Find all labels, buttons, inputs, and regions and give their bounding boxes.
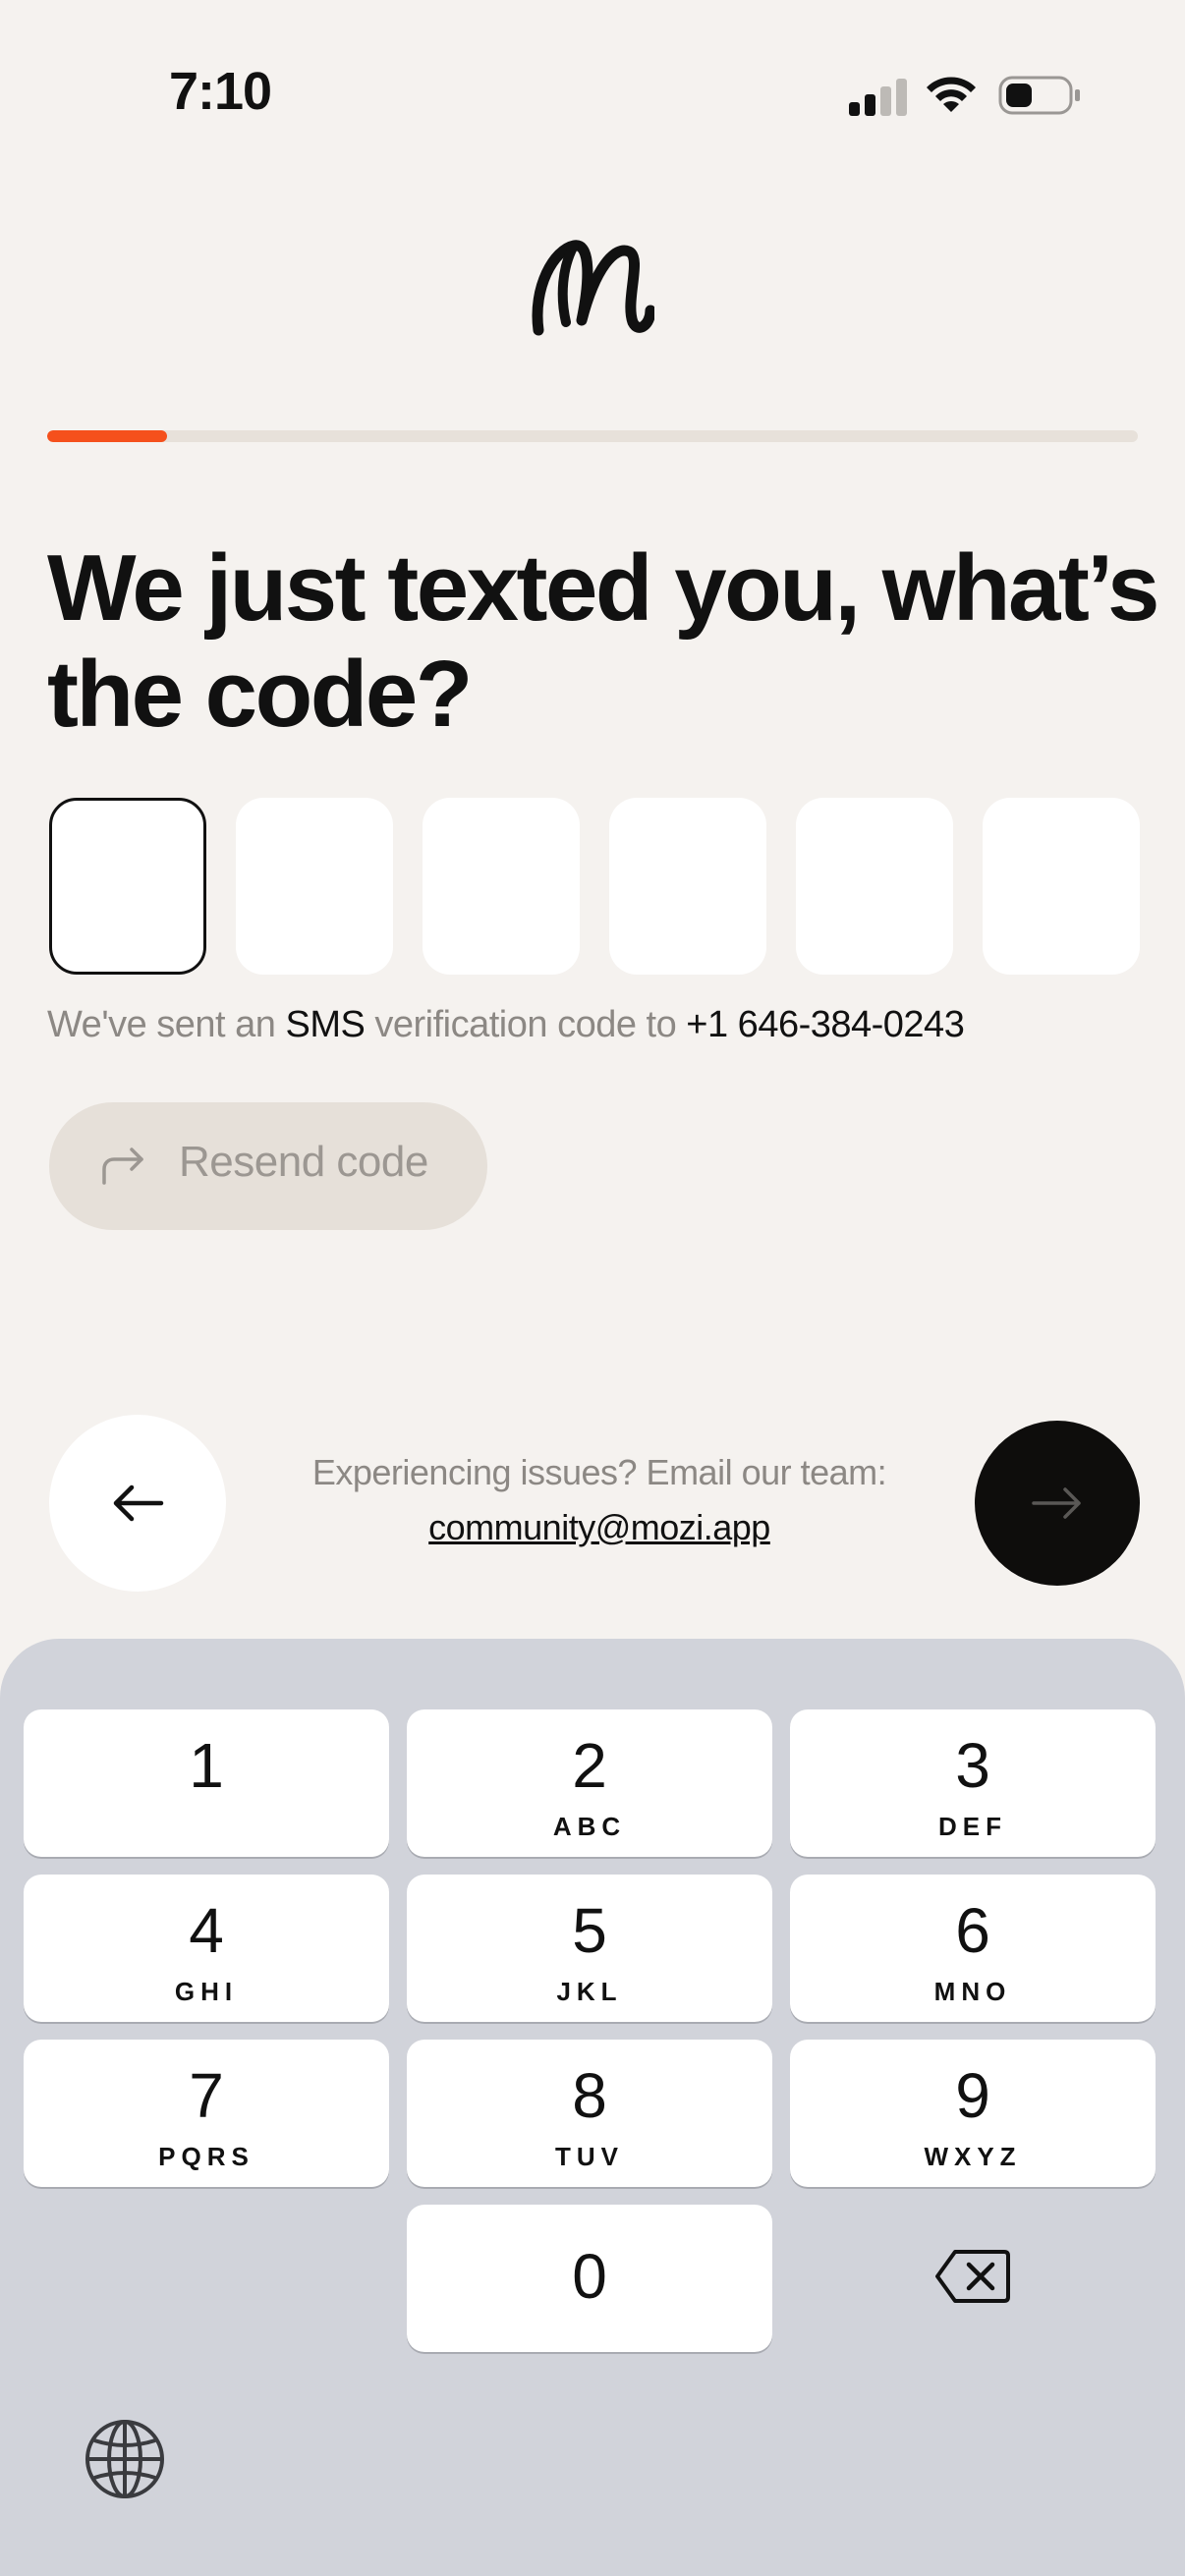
sent-message-channel: SMS <box>285 1004 366 1045</box>
battery-icon <box>998 76 1080 115</box>
sent-message-phone: +1 646-384-0243 <box>686 1004 965 1045</box>
key-3[interactable]: 3 DEF <box>790 1709 1156 1857</box>
key-letters: PQRS <box>158 2142 254 2171</box>
key-letters: MNO <box>933 1977 1012 2006</box>
help-text: Experiencing issues? Email our team: <box>311 1452 887 1492</box>
share-arrow-icon <box>102 1148 143 1185</box>
status-time: 7:10 <box>169 62 272 121</box>
key-letters: GHI <box>174 1977 239 2006</box>
key-1[interactable]: 1 <box>24 1709 389 1857</box>
arrow-left-icon <box>113 1484 164 1522</box>
key-4[interactable]: 4 GHI <box>24 1875 389 2022</box>
key-digit: 4 <box>189 1895 224 1966</box>
key-9[interactable]: 9 WXYZ <box>790 2040 1156 2187</box>
mozi-logo-icon <box>532 240 654 336</box>
key-digit: 9 <box>955 2060 990 2131</box>
resend-code-button[interactable]: Resend code <box>49 1102 487 1230</box>
support-email-link[interactable]: community@mozi.app <box>255 1507 943 1548</box>
code-digit-input-6[interactable] <box>983 798 1140 975</box>
cellular-signal-icon <box>849 79 908 116</box>
key-digit: 1 <box>189 1730 224 1801</box>
key-digit: 0 <box>572 2241 607 2312</box>
wifi-icon <box>927 77 976 112</box>
key-7[interactable]: 7 PQRS <box>24 2040 389 2187</box>
code-digit-input-5[interactable] <box>796 798 953 975</box>
sent-message-middle: verification code to <box>365 1004 687 1045</box>
key-letters: WXYZ <box>924 2142 1022 2171</box>
key-digit: 3 <box>955 1730 990 1801</box>
key-0[interactable]: 0 <box>407 2205 772 2352</box>
code-digit-input-4[interactable] <box>609 798 766 975</box>
key-letters: DEF <box>938 1812 1007 1841</box>
key-digit: 5 <box>572 1895 607 1966</box>
verification-code-inputs <box>49 798 1140 975</box>
key-digit: 2 <box>572 1730 607 1801</box>
sms-sent-message: We've sent an SMS verification code to +… <box>47 1004 1148 1046</box>
next-button[interactable] <box>975 1421 1140 1586</box>
globe-icon[interactable] <box>85 2419 165 2499</box>
key-digit: 8 <box>572 2060 607 2131</box>
code-digit-input-3[interactable] <box>423 798 580 975</box>
arrow-right-icon <box>1032 1487 1081 1519</box>
code-digit-input-2[interactable] <box>236 798 393 975</box>
code-digit-input-1[interactable] <box>49 798 206 975</box>
key-letters: TUV <box>555 2142 624 2171</box>
back-button[interactable] <box>49 1415 226 1592</box>
page-title: We just texted you, what’s the code? <box>47 535 1159 747</box>
backspace-icon[interactable] <box>933 2248 1012 2305</box>
onboarding-progress-bar <box>47 430 1138 442</box>
key-letters: JKL <box>556 1977 623 2006</box>
key-5[interactable]: 5 JKL <box>407 1875 772 2022</box>
key-digit: 7 <box>189 2060 224 2131</box>
progress-fill <box>47 430 168 442</box>
sent-message-prefix: We've sent an <box>47 1004 286 1045</box>
key-8[interactable]: 8 TUV <box>407 2040 772 2187</box>
key-letters: ABC <box>552 1812 627 1841</box>
key-2[interactable]: 2 ABC <box>407 1709 772 1857</box>
resend-code-label: Resend code <box>179 1138 428 1186</box>
key-digit: 6 <box>955 1895 990 1966</box>
key-6[interactable]: 6 MNO <box>790 1875 1156 2022</box>
status-bar: 7:10 <box>0 0 1185 187</box>
